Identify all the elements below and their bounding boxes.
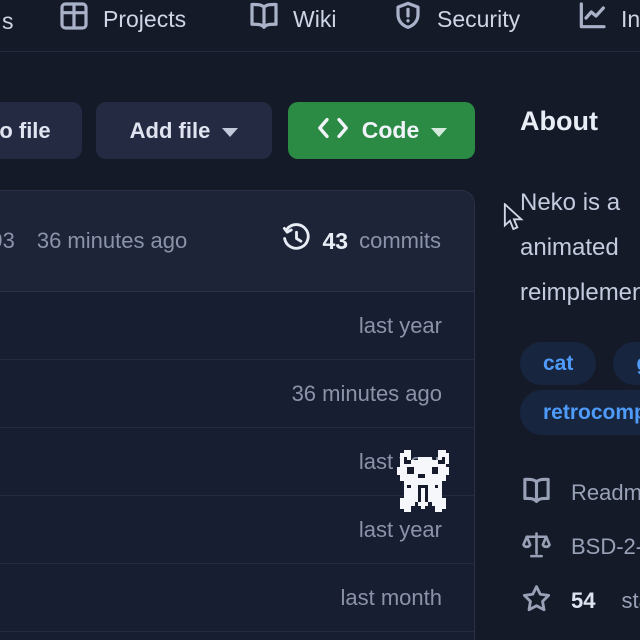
neko-cat-sprite — [397, 450, 449, 513]
tab-security-label: Security — [437, 6, 520, 33]
repo-tab-bar: s Projects Wiki — [0, 0, 640, 52]
file-table: 0f93 36 minutes ago 43 commits last year… — [0, 190, 475, 640]
graph-icon — [576, 0, 608, 38]
add-file-label: Add file — [130, 118, 211, 144]
topic-tag-golang[interactable]: golang — [613, 342, 640, 385]
github-repo-page: s Projects Wiki — [0, 0, 640, 640]
tab-projects-label: Projects — [103, 6, 186, 33]
history-clock-icon — [281, 223, 312, 260]
go-to-file-button[interactable]: Go to file — [0, 102, 82, 159]
commit-history-link[interactable]: 43 commits — [281, 223, 441, 260]
table-icon — [58, 0, 90, 38]
topic-tags-row: retrocomputing — [520, 390, 640, 435]
topic-tag-cat[interactable]: cat — [520, 342, 596, 385]
book-icon — [248, 0, 280, 38]
chevron-down-icon — [431, 128, 447, 137]
stars-link[interactable]: 54 stars — [521, 574, 640, 628]
description-line: reimplementation — [520, 270, 640, 315]
tab-security[interactable]: Security — [392, 2, 520, 36]
mouse-cursor — [502, 203, 524, 236]
code-label: Code — [362, 117, 420, 144]
code-brackets-icon — [316, 116, 350, 146]
star-icon — [521, 583, 552, 620]
about-heading: About — [520, 106, 598, 137]
law-scales-icon — [521, 529, 552, 566]
code-button[interactable]: Code — [288, 102, 475, 159]
file-row-time: last year — [359, 313, 442, 339]
commit-time: 36 minutes ago — [37, 228, 187, 254]
file-row[interactable]: last month — [0, 564, 474, 632]
stars-count: 54 — [571, 588, 595, 614]
repo-description: Neko is a animated reimplementation — [520, 180, 640, 315]
shield-exclamation-icon — [392, 0, 424, 38]
stars-label: stars — [621, 588, 640, 614]
topic-tags-row: cat golang — [520, 342, 640, 385]
file-row-time: last month — [341, 585, 443, 611]
add-file-button[interactable]: Add file — [96, 102, 272, 159]
book-icon — [521, 475, 552, 512]
description-line: animated — [520, 225, 640, 270]
tab-projects[interactable]: Projects — [58, 2, 186, 36]
file-row-time: last year — [359, 517, 442, 543]
tab-insights[interactable]: Insights — [576, 2, 640, 36]
topic-tag-retrocomputing[interactable]: retrocomputing — [520, 390, 640, 435]
commits-label: commits — [359, 228, 441, 254]
description-line: Neko is a — [520, 180, 640, 225]
file-row-time: 36 minutes ago — [292, 381, 442, 407]
commit-count: 43 — [323, 228, 349, 255]
commit-hash[interactable]: 0f93 — [0, 228, 15, 254]
repo-meta-list: Readme BSD-2-Clause license 54 s — [521, 466, 640, 628]
license-link[interactable]: BSD-2-Clause license — [521, 520, 640, 574]
readme-label: Readme — [571, 480, 640, 506]
license-label: BSD-2-Clause license — [571, 534, 640, 560]
tab-insights-label: Insights — [621, 6, 640, 33]
tab-wiki-label: Wiki — [293, 6, 336, 33]
chevron-down-icon — [222, 128, 238, 137]
readme-link[interactable]: Readme — [521, 466, 640, 520]
tab-partial[interactable]: s — [2, 8, 14, 35]
latest-commit-bar: 0f93 36 minutes ago 43 commits — [0, 191, 474, 292]
tab-wiki[interactable]: Wiki — [248, 2, 336, 36]
file-row[interactable]: last year — [0, 292, 474, 360]
go-to-file-label: Go to file — [0, 118, 51, 144]
file-row[interactable]: 36 minutes ago — [0, 360, 474, 428]
